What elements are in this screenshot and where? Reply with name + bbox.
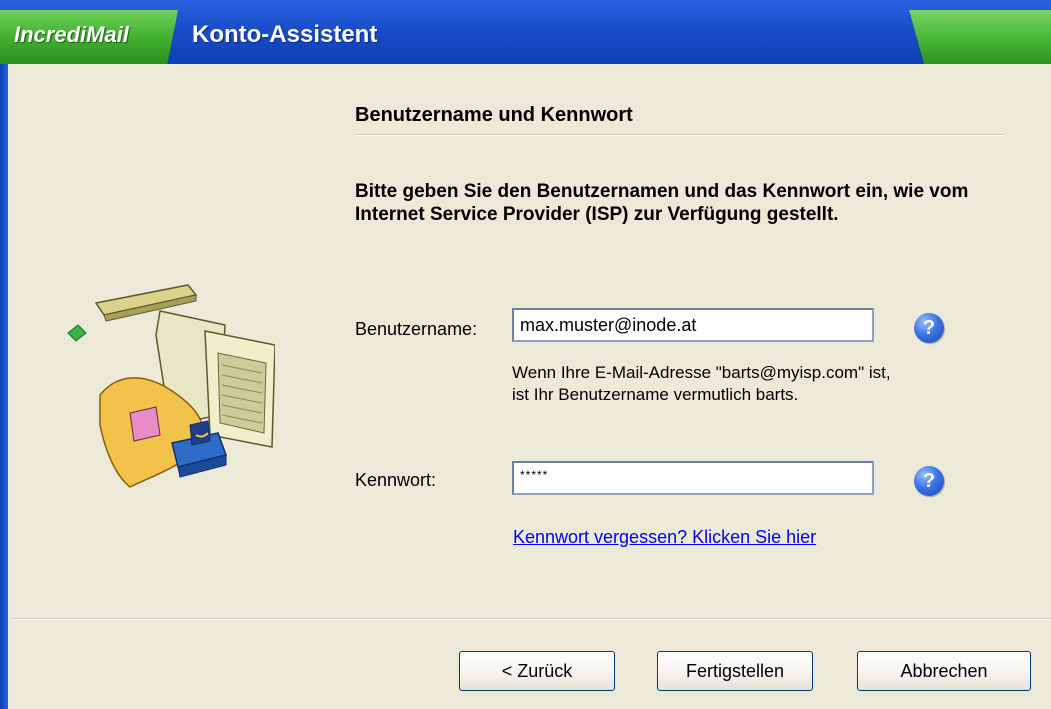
username-hint-line2: ist Ihr Benutzername vermutlich barts. [512,385,799,404]
title-bar[interactable]: IncrediMail Konto-Assistent [0,0,1051,64]
password-help-icon[interactable]: ? [914,466,944,496]
cancel-button[interactable]: Abbrechen [857,651,1031,691]
username-label: Benutzername: [355,319,478,339]
title-bar-decoration [909,10,1051,64]
finish-button[interactable]: Fertigstellen [657,651,813,691]
brand-logo: IncrediMail [14,22,129,47]
username-hint: Wenn Ihre E-Mail-Adresse "barts@myisp.co… [512,362,992,406]
window-title: Konto-Assistent [192,21,378,48]
back-button[interactable]: < Zurück [459,651,615,691]
username-help-icon[interactable]: ? [914,313,944,343]
instruction-text: Bitte geben Sie den Benutzernamen und da… [355,181,969,225]
button-area-divider [12,618,1051,620]
password-input[interactable]: ***** [512,461,874,495]
heading-divider [355,134,1003,136]
forgot-password-link[interactable]: Kennwort vergessen? Klicken Sie hier [513,525,816,549]
username-input[interactable]: max.muster@inode.at [512,308,874,342]
page-heading: Benutzername und Kennwort [355,104,633,126]
account-wizard-window: IncrediMail Konto-Assistent Benutzername… [0,0,1051,709]
computer-setup-illustration [67,284,275,488]
username-hint-line1: Wenn Ihre E-Mail-Adresse "barts@myisp.co… [512,363,891,382]
password-label: Kennwort: [355,470,437,490]
window-left-border [0,64,8,709]
